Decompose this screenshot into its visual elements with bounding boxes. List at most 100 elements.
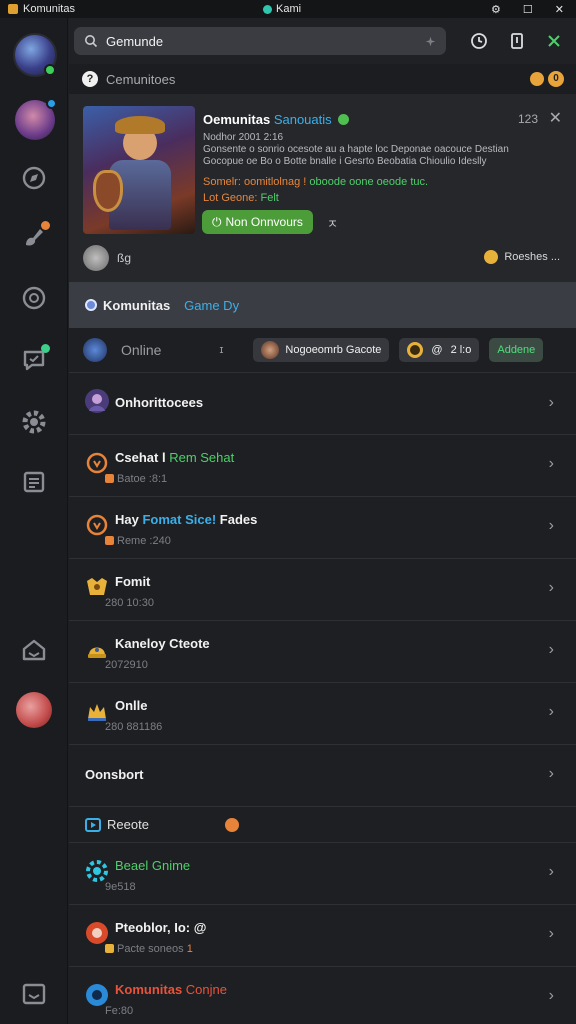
emoji-icon[interactable] <box>530 72 544 86</box>
list-item[interactable]: Kaneloy Cteote 2072910 › <box>69 620 576 682</box>
collapse-icon[interactable] <box>543 30 565 52</box>
new-message-badge-icon <box>41 344 50 353</box>
chevron-right-icon: › <box>548 641 554 658</box>
member-avatar[interactable] <box>83 245 109 271</box>
orange-ring-icon <box>86 514 108 536</box>
featured-description: Nodhor 2001 2:16 Gonsente o sonrio oceso… <box>203 132 509 167</box>
small-star-icon <box>105 944 114 953</box>
cyan-gear-icon <box>86 860 108 882</box>
list-item[interactable]: Komunitas Conjne Fe:80 › <box>69 966 576 1024</box>
list-item[interactable]: Pteoblor, Io: @ Pacte soneos 1 › <box>69 904 576 966</box>
sparkle-icon[interactable] <box>425 36 436 47</box>
brush-icon[interactable] <box>18 221 50 253</box>
list-item-sub: Pacte soneos 1 <box>105 943 193 955</box>
list-item-sub: Fe:80 <box>105 1005 134 1017</box>
video-icon <box>85 818 101 832</box>
settings-gear-icon[interactable] <box>18 406 50 438</box>
server-avatar[interactable] <box>15 98 57 140</box>
list-item[interactable]: Hay Fomat Sice! Fades Reme :240 › <box>69 496 576 558</box>
featured-thumbnail <box>83 106 195 234</box>
online-status-icon <box>44 64 56 76</box>
section-icon <box>85 299 97 311</box>
gold-helmet-icon <box>88 647 106 658</box>
chip-avatar <box>261 341 280 359</box>
user-avatar[interactable] <box>13 33 57 77</box>
featured-promo-2: Lot Geone: Felt <box>203 192 279 204</box>
friend-avatar[interactable] <box>16 692 52 728</box>
list-item[interactable]: Oonsbort › <box>69 744 576 806</box>
compass-icon[interactable] <box>18 282 50 314</box>
chevron-right-icon: › <box>548 863 554 880</box>
small-tag-icon <box>105 474 114 483</box>
list-item-sub: 280 881186 <box>105 721 163 733</box>
section-bar[interactable]: Komunitas Game Dy <box>69 282 576 328</box>
add-button[interactable]: Addene <box>489 338 544 362</box>
orange-ring-icon <box>86 452 108 474</box>
list-item-name: Onlle <box>115 698 148 713</box>
window-controls: ⚙ ☐ ✕ <box>491 3 564 16</box>
section-accent: Game Dy <box>184 297 240 313</box>
maximize-button[interactable]: ☐ <box>523 3 533 16</box>
featured-community-card[interactable]: Oemunitas Sanouatis 123 ✕ Nodhor 2001 2:… <box>69 94 576 282</box>
left-rail <box>0 18 68 1024</box>
join-extra-label: ㅈ <box>327 217 339 231</box>
verified-icon <box>338 114 350 125</box>
list-item[interactable]: Onhorittocees › <box>69 372 576 434</box>
list-item-name: Oonsbort <box>85 767 144 782</box>
list-item[interactable]: Csehat l Rem Sehat Batoe :8:1 › <box>69 434 576 496</box>
explore-icon[interactable] <box>18 162 50 194</box>
search-input[interactable] <box>106 31 417 51</box>
featured-count: 123 <box>517 112 538 126</box>
list-item[interactable]: Fomit 280 10:30 › <box>69 558 576 620</box>
alert-badge-icon <box>41 221 50 230</box>
featured-footer-right[interactable]: Roeshes ... <box>484 250 560 264</box>
close-window-button[interactable]: ✕ <box>555 3 564 16</box>
join-button[interactable]: ⏻ Non Onnvours <box>202 210 313 234</box>
list-item-name: Beael Gnime <box>115 858 191 873</box>
history-icon[interactable] <box>468 30 490 52</box>
list-item[interactable]: Beael Gnime 9e518 › <box>69 842 576 904</box>
list-item-name: Csehat l Rem Sehat <box>115 450 235 465</box>
gold-crest-icon <box>87 578 107 595</box>
list-item-name: Onhorittocees <box>115 395 204 410</box>
coin-icon <box>484 250 499 264</box>
pumpkin-icon <box>225 818 239 832</box>
featured-footer-label: ßg <box>117 251 132 265</box>
chevron-right-icon: › <box>548 765 554 782</box>
titlebar-center: Kami <box>263 3 491 15</box>
main-panel: ? Cemunitoes 0 Oemunitas Sanouatis 123 ✕… <box>69 18 576 1024</box>
small-tag-icon <box>105 536 114 545</box>
list-item-name: Hay Fomat Sice! Fades <box>115 512 258 527</box>
app-title: Komunitas <box>23 3 75 15</box>
list-item-sub: 2072910 <box>105 659 148 671</box>
join-icon: ⏻ <box>212 214 222 229</box>
chevron-right-icon: › <box>548 517 554 534</box>
server-icon <box>263 4 272 14</box>
featured-promo-1: Somelr: oomitlolnag ! oboode oone oeode … <box>203 176 429 188</box>
document-icon[interactable] <box>18 466 50 498</box>
caret-icon[interactable]: ɪ <box>219 344 223 356</box>
community-header: ? Cemunitoes 0 <box>69 64 576 94</box>
center-title: Kami <box>276 3 302 15</box>
community-header-label: Cemunitoes <box>106 71 176 87</box>
app-logo-icon <box>8 4 18 14</box>
settings-window-button[interactable]: ⚙ <box>491 3 501 16</box>
status-chip[interactable]: @ 2 l:o <box>399 338 480 362</box>
chat-icon[interactable] <box>18 344 50 376</box>
section-title: Komunitas <box>103 297 171 313</box>
close-icon[interactable]: ✕ <box>549 108 562 128</box>
chevron-right-icon: › <box>548 455 554 472</box>
info-icon[interactable]: ? <box>82 71 98 87</box>
window-titlebar: Komunitas Kami ⚙ ☐ ✕ <box>0 0 576 18</box>
group-header: Reeote <box>69 806 576 842</box>
pin-icon[interactable] <box>506 30 528 52</box>
community-header-right: 0 <box>530 71 564 87</box>
home-icon[interactable] <box>18 634 50 666</box>
filter-avatar[interactable] <box>83 338 107 362</box>
member-chip[interactable]: Nogoeomrb Gacote <box>253 338 390 362</box>
inbox-icon[interactable] <box>18 978 50 1010</box>
featured-title: Oemunitas Sanouatis <box>203 112 350 127</box>
list-item[interactable]: Onlle 280 881186 › <box>69 682 576 744</box>
online-filter-label[interactable]: Online <box>121 342 161 358</box>
search-box[interactable] <box>74 27 446 55</box>
